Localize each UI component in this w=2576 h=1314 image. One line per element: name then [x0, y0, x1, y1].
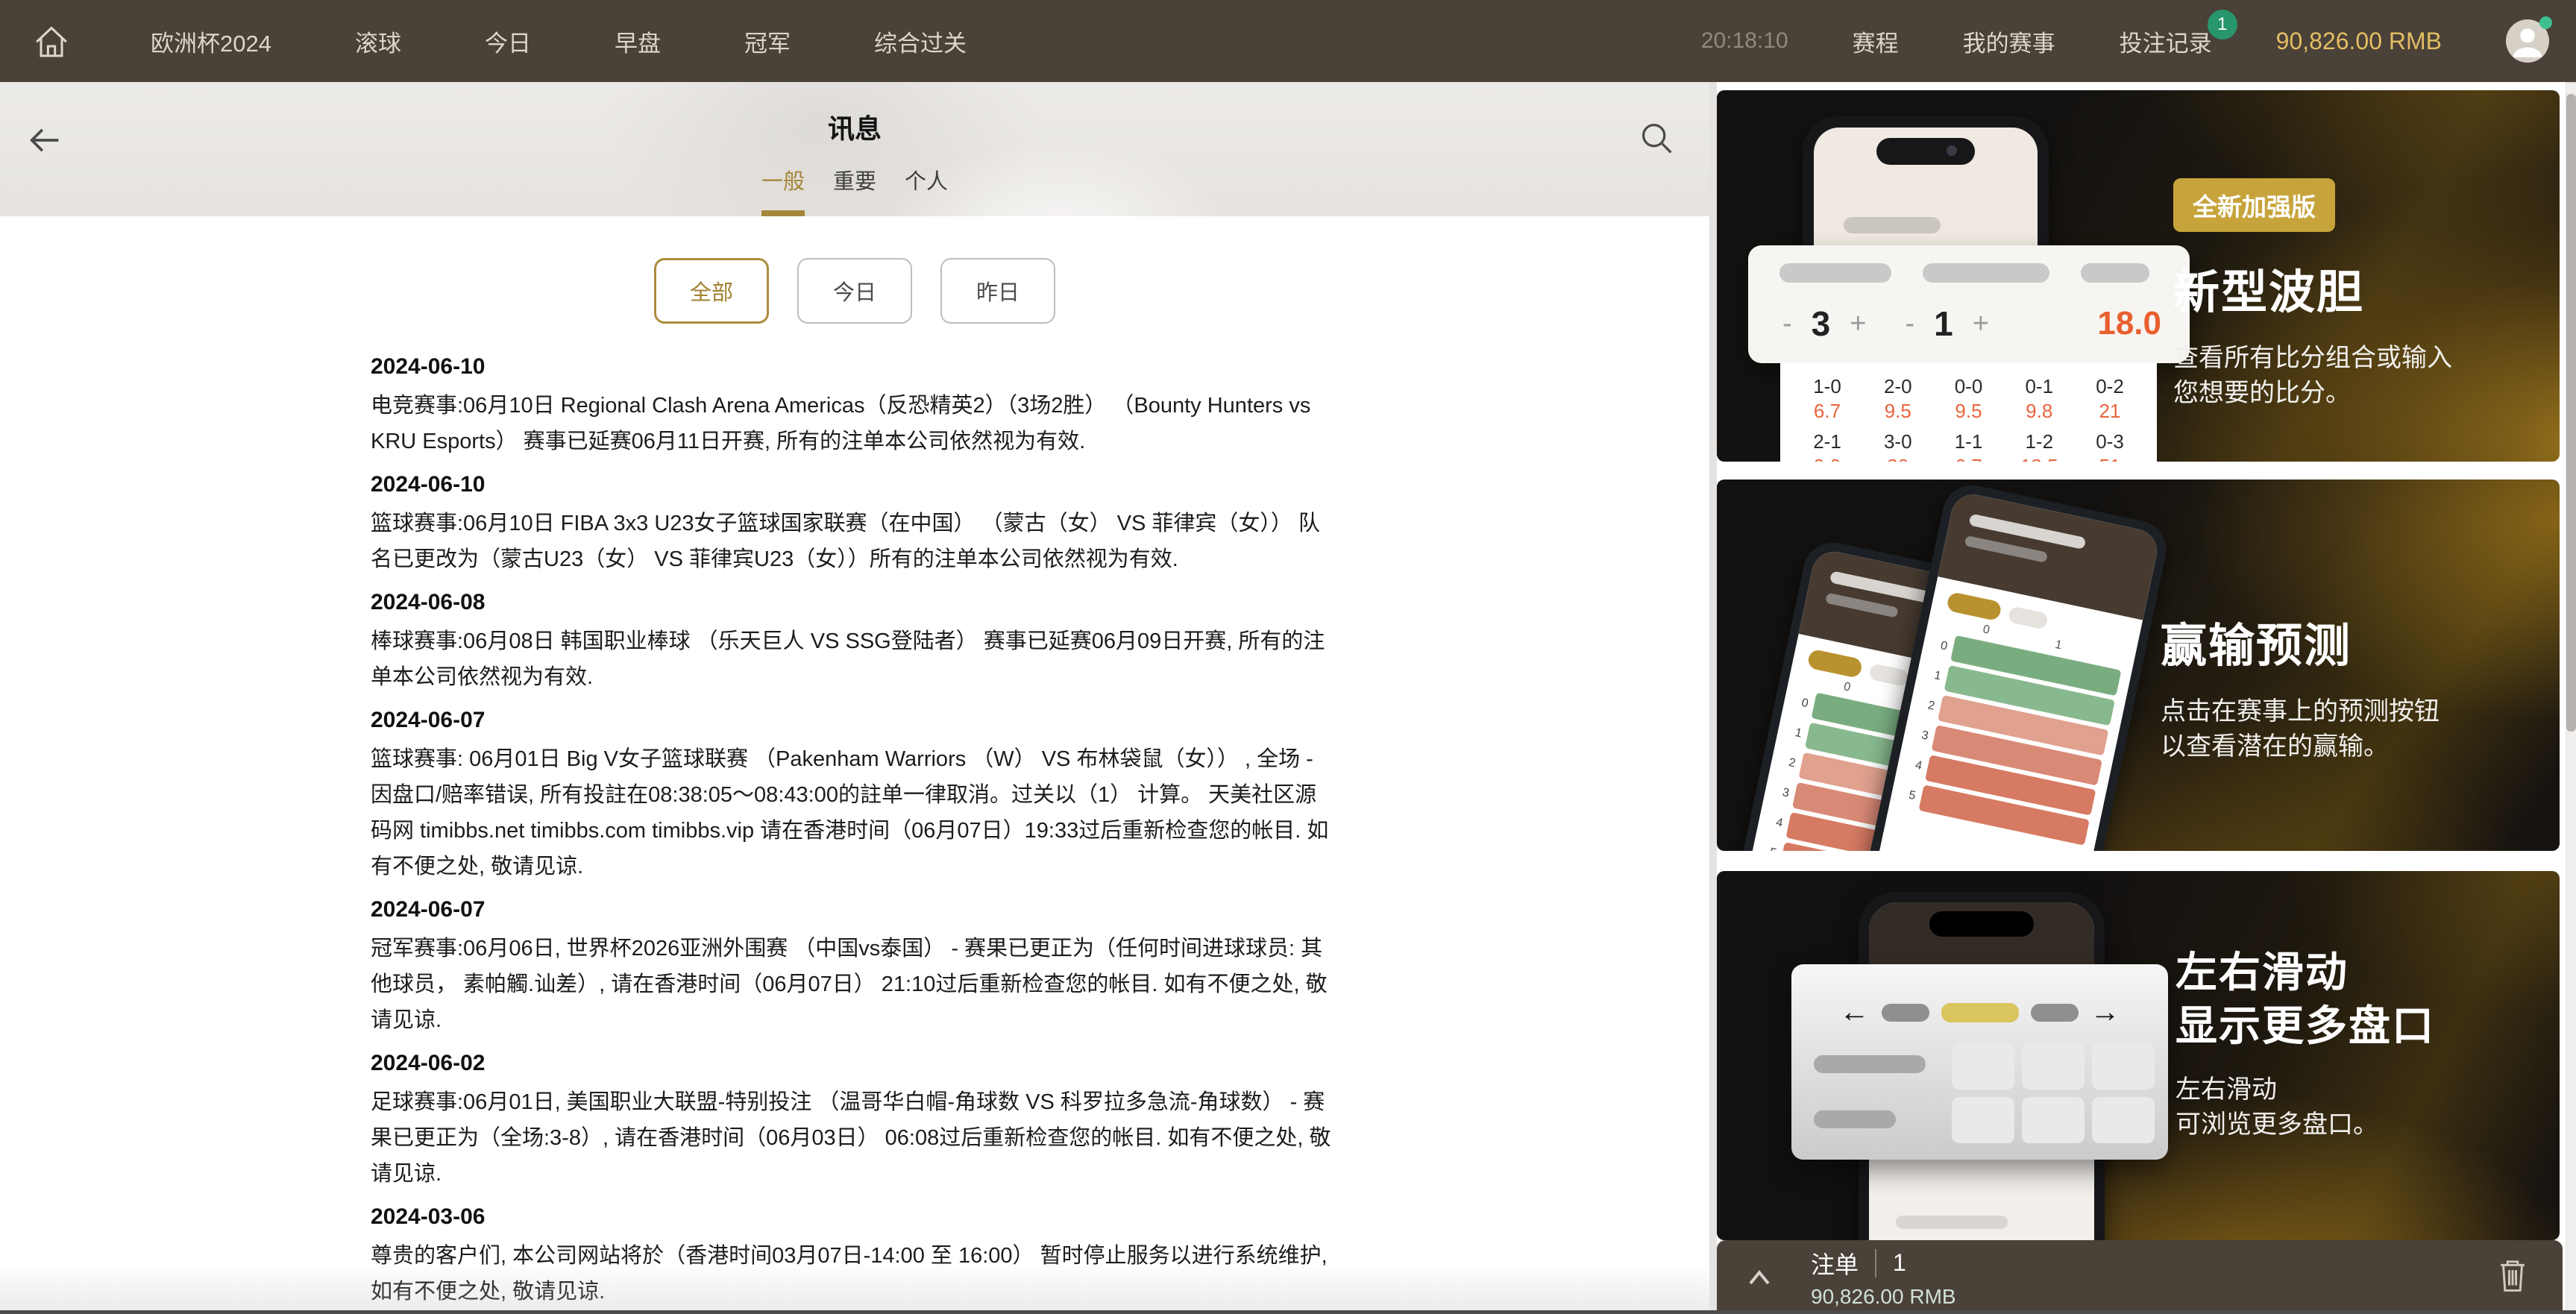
- link-bet-records[interactable]: 投注记录 1: [2120, 25, 2212, 58]
- news-date: 2024-06-07: [371, 707, 1336, 734]
- home-score-value: 3: [1812, 304, 1831, 344]
- score-odds-grid: 1-02-00-00-10-26.79.59.59.8212-13-01-11-…: [1780, 363, 2157, 462]
- main-nav: 欧洲杯2024 滚球 今日 早盘 冠军 综合过关: [151, 25, 967, 58]
- news-date: 2024-06-10: [371, 471, 1336, 498]
- news-date: 2024-06-02: [371, 1050, 1336, 1077]
- away-score-value: 1: [1934, 304, 1953, 344]
- news-text: 冠军赛事:06月06日, 世界杯2026亚洲外围赛 （中国vs泰国） - 赛果已…: [371, 931, 1336, 1038]
- news-entry: 2024-06-10 电竞赛事:06月10日 Regional Clash Ar…: [371, 353, 1336, 459]
- home-icon[interactable]: [30, 19, 73, 63]
- tab-personal[interactable]: 个人: [905, 164, 948, 216]
- promo-desc-line: 查看所有比分组合或输入: [2173, 341, 2539, 376]
- bet-records-badge: 1: [2208, 10, 2237, 40]
- news-text: 尊贵的客户们, 本公司网站将於（香港时间03月07日-14:00 至 16:00…: [371, 1238, 1336, 1310]
- plus-icon: +: [1973, 308, 1989, 340]
- bet-records-label: 投注记录: [2120, 31, 2212, 57]
- promo-swipe-banner[interactable]: ← → 左右滑动 显示更多盘口 左右滑动 可浏览更多盘口。: [1717, 871, 2560, 1240]
- score-stepper-panel: - 3 + - 1 + 18.0: [1748, 245, 2190, 363]
- promo-text-block: 赢输预测 点击在赛事上的预测按钮 以查看潜在的赢输。: [2161, 585, 2533, 764]
- promo-title: 赢输预测: [2161, 608, 2533, 675]
- promo-title-line: 显示更多盘口: [2176, 999, 2533, 1053]
- promo-title-line: 左右滑动: [2176, 946, 2533, 999]
- account-balance[interactable]: 90,826.00 RMB: [2276, 28, 2442, 55]
- bet-slip-balance: 90,826.00 RMB: [1811, 1285, 1956, 1309]
- avatar[interactable]: [2506, 19, 2549, 63]
- news-entry: 2024-06-10 篮球赛事:06月10日 FIBA 3x3 U23女子篮球国…: [371, 471, 1336, 577]
- nav-today[interactable]: 今日: [485, 25, 531, 58]
- news-text: 篮球赛事: 06月01日 Big V女子篮球联赛 （Pakenham Warri…: [371, 741, 1336, 884]
- news-text: 棒球赛事:06月08日 韩国职业棒球 （乐天巨人 VS SSG登陆者） 赛事已延…: [371, 623, 1336, 695]
- link-schedule[interactable]: 赛程: [1853, 25, 1899, 58]
- clock: 20:18:10: [1701, 28, 1788, 54]
- online-status-dot: [2539, 16, 2552, 29]
- news-entry: 2024-06-08 棒球赛事:06月08日 韩国职业棒球 （乐天巨人 VS S…: [371, 589, 1336, 695]
- nav-outright[interactable]: 冠军: [744, 25, 791, 58]
- swipe-demo-panel: ← →: [1791, 964, 2168, 1160]
- news-entry: 2024-03-06 尊贵的客户们, 本公司网站将於（香港时间03月07日-14…: [371, 1204, 1336, 1310]
- topbar-right: 20:18:10 赛程 我的赛事 投注记录 1 90,826.00 RMB: [1701, 19, 2549, 63]
- promo-title: 新型波胆: [2173, 254, 2539, 321]
- filter-all[interactable]: 全部: [654, 258, 769, 324]
- news-entry: 2024-06-07 冠军赛事:06月06日, 世界杯2026亚洲外围赛 （中国…: [371, 896, 1336, 1038]
- top-bar: 欧洲杯2024 滚球 今日 早盘 冠军 综合过关 20:18:10 赛程 我的赛…: [0, 0, 2576, 82]
- page-title: 讯息: [0, 107, 1709, 146]
- messages-header: 讯息 一般 重要 个人: [0, 82, 1709, 216]
- news-date: 2024-06-08: [371, 589, 1336, 616]
- tab-general[interactable]: 一般: [761, 164, 805, 216]
- promo-sidebar: - 3 + - 1 + 18.0 1-02-00-00-10-26.79.59.…: [1717, 82, 2566, 1314]
- swipe-right-arrow-icon: →: [2090, 996, 2120, 1029]
- chevron-up-icon[interactable]: [1747, 1269, 1772, 1286]
- filter-today[interactable]: 今日: [797, 258, 912, 324]
- news-entry: 2024-06-02 足球赛事:06月01日, 美国职业大联盟-特别投注 （温哥…: [371, 1050, 1336, 1192]
- prediction-grid: 01012345: [1900, 614, 2125, 846]
- scrollbar-thumb[interactable]: [2566, 94, 2576, 732]
- date-filters: 全部 今日 昨日: [654, 258, 1709, 324]
- divider: [1875, 1249, 1876, 1277]
- promo-desc-line: 可浏览更多盘口。: [2176, 1107, 2533, 1142]
- bet-slip-count: 1: [1893, 1249, 1906, 1277]
- minus-icon: -: [1782, 308, 1792, 340]
- promo-desc-line: 左右滑动: [2176, 1072, 2533, 1107]
- promo-text-block: 左右滑动 显示更多盘口 左右滑动 可浏览更多盘口。: [2176, 946, 2533, 1142]
- news-text: 篮球赛事:06月10日 FIBA 3x3 U23女子篮球国家联赛（在中国） （蒙…: [371, 506, 1336, 577]
- minus-icon: -: [1905, 308, 1914, 340]
- promo-text-block: 全新加强版 新型波胆 查看所有比分组合或输入 您想要的比分。: [2173, 178, 2539, 411]
- promo-desc-line: 点击在赛事上的预测按钮: [2161, 694, 2533, 729]
- search-icon[interactable]: [1638, 119, 1677, 162]
- filter-yesterday[interactable]: 昨日: [940, 258, 1055, 324]
- promo-desc-line: 您想要的比分。: [2173, 376, 2539, 411]
- news-date: 2024-06-07: [371, 896, 1336, 923]
- news-text: 电竞赛事:06月10日 Regional Clash Arena America…: [371, 388, 1336, 459]
- trash-icon[interactable]: [2495, 1257, 2530, 1298]
- bet-slip-summary: 注单 1 90,826.00 RMB: [1811, 1246, 1956, 1309]
- news-list: 2024-06-10 电竞赛事:06月10日 Regional Clash Ar…: [371, 353, 1336, 1314]
- news-text: 足球赛事:06月01日, 美国职业大联盟-特别投注 （温哥华白帽-角球数 VS …: [371, 1084, 1336, 1192]
- promo-desc-line: 以查看潜在的赢输。: [2161, 729, 2533, 764]
- nav-early[interactable]: 早盘: [615, 25, 661, 58]
- message-tabs: 一般 重要 个人: [761, 164, 948, 216]
- nav-eurocup[interactable]: 欧洲杯2024: [151, 25, 271, 58]
- news-entry: 2024-06-07 篮球赛事: 06月01日 Big V女子篮球联赛 （Pak…: [371, 707, 1336, 884]
- swipe-left-arrow-icon: ←: [1840, 996, 1870, 1029]
- bet-slip-label: 注单: [1811, 1246, 1859, 1280]
- messages-panel: 讯息 一般 重要 个人 全部 今日 昨日 2024-06-10 电竞赛事:06月…: [0, 82, 1709, 1314]
- page-scrollbar: [2566, 84, 2576, 1314]
- window-bottom-edge: [0, 1310, 2576, 1314]
- promo-correct-score-banner[interactable]: - 3 + - 1 + 18.0 1-02-00-00-10-26.79.59.…: [1717, 90, 2560, 462]
- bet-slip-bar[interactable]: 注单 1 90,826.00 RMB: [1717, 1240, 2563, 1314]
- plus-icon: +: [1850, 308, 1866, 340]
- news-date: 2024-06-10: [371, 353, 1336, 380]
- link-my-events[interactable]: 我的赛事: [1963, 25, 2055, 58]
- selected-odds-value: 18.0: [2097, 305, 2161, 342]
- promo-win-loss-banner[interactable]: 01012345 01012345 赢输预测 点击在赛事上的预测按钮 以查看潜在…: [1717, 480, 2560, 851]
- nav-parlay[interactable]: 综合过关: [874, 25, 967, 58]
- nav-live[interactable]: 滚球: [355, 25, 401, 58]
- tab-important[interactable]: 重要: [833, 164, 876, 216]
- new-version-badge: 全新加强版: [2173, 178, 2335, 232]
- news-date: 2024-03-06: [371, 1204, 1336, 1230]
